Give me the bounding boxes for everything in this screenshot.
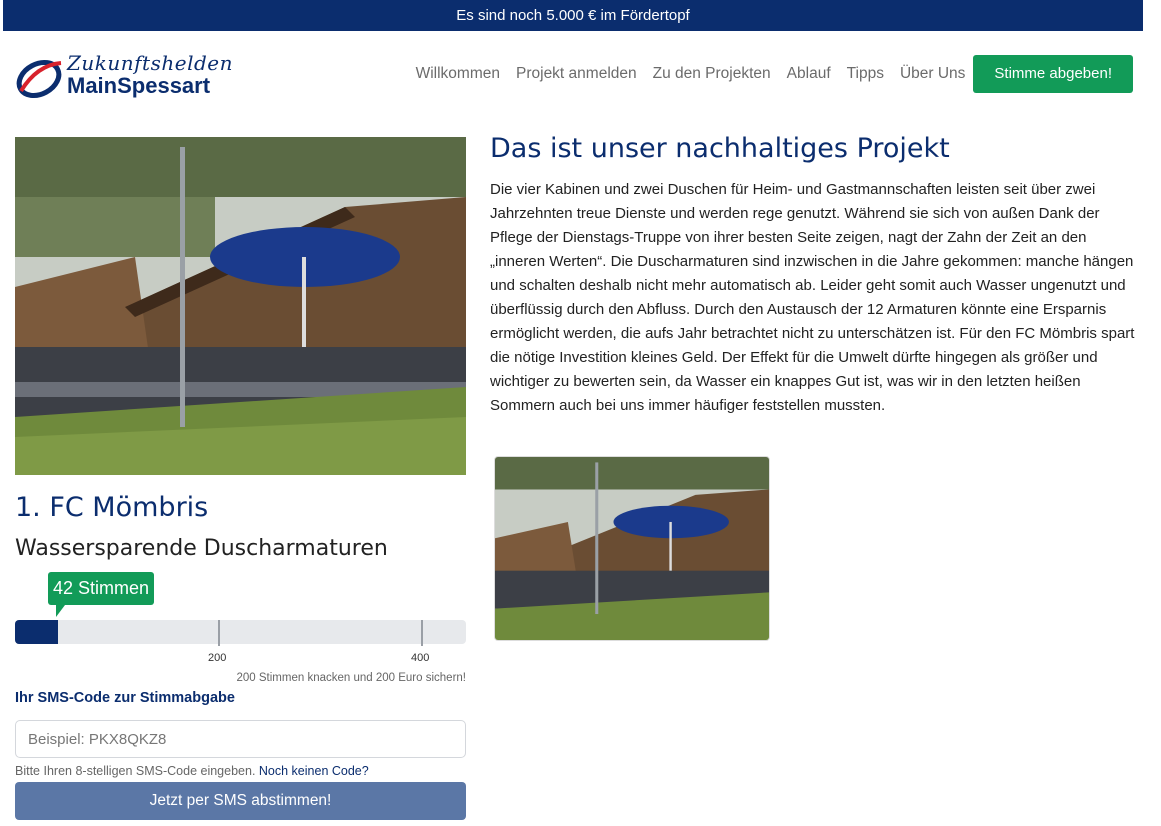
progress-tick-label-200: 200 [208,652,227,664]
progress-tick-label-400: 400 [411,652,430,664]
sms-code-input[interactable] [15,720,466,758]
sms-code-label: Ihr SMS-Code zur Stimmabgabe [15,690,235,706]
sms-help-hint: Bitte Ihren 8-stelligen SMS-Code eingebe… [15,764,256,778]
badge-pointer [56,605,71,617]
nav-projekt-anmelden[interactable]: Projekt anmelden [516,65,637,83]
vote-count-badge: 42 Stimmen [48,572,155,617]
funding-banner: Es sind noch 5.000 € im Fördertopf [3,0,1143,31]
logo-swoosh-icon [16,59,62,99]
site-logo[interactable]: Zukunftshelden MainSpessart [15,51,233,103]
progress-tick-400 [421,620,423,646]
no-code-link[interactable]: Noch keinen Code? [259,764,369,778]
vote-count-label: 42 Stimmen [53,578,150,598]
project-main-photo [15,137,466,475]
site-header: Zukunftshelden MainSpessart Willkommen P… [0,31,1161,121]
vote-progress-bar [15,620,466,644]
progress-tick-200 [218,620,220,646]
project-thumbnail-photo[interactable] [494,456,770,641]
nav-willkommen[interactable]: Willkommen [416,65,500,83]
project-title: Wassersparende Duscharmaturen [15,536,388,561]
logo-line-1: Zukunftshelden [67,51,233,75]
vote-now-button[interactable]: Stimme abgeben! [973,55,1133,93]
description-text: Die vier Kabinen und zwei Duschen für He… [490,181,1135,414]
funding-banner-text: Es sind noch 5.000 € im Fördertopf [456,7,690,24]
nav-ablauf[interactable]: Ablauf [787,65,831,83]
vote-progress-fill [15,620,58,644]
nav-ueber-uns[interactable]: Über Uns [900,65,965,83]
main-nav: Willkommen Projekt anmelden Zu den Proje… [400,55,1133,93]
sms-help-text: Bitte Ihren 8-stelligen SMS-Code eingebe… [15,764,369,778]
sms-vote-button[interactable]: Jetzt per SMS abstimmen! [15,782,466,820]
goal-hint: 200 Stimmen knacken und 200 Euro sichern… [236,672,467,684]
organization-name: 1. FC Mömbris [15,492,209,523]
nav-zu-den-projekten[interactable]: Zu den Projekten [653,65,771,83]
nav-tipps[interactable]: Tipps [847,65,884,83]
description-heading: Das ist unser nachhaltiges Projekt [490,133,950,164]
logo-line-2: MainSpessart [67,73,211,98]
